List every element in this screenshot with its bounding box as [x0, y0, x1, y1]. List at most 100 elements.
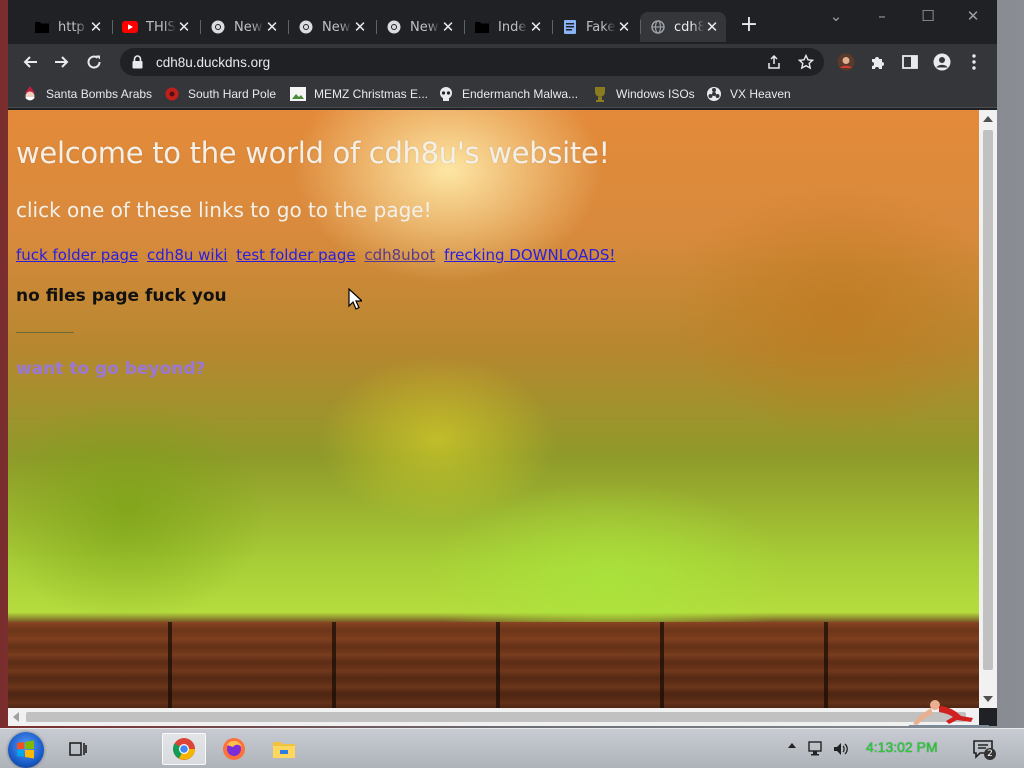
- bookmark-label: South Hard Pole: [188, 87, 277, 101]
- close-icon[interactable]: ✕: [176, 19, 192, 35]
- link-fuck-folder-page[interactable]: fuck folder page: [16, 246, 138, 264]
- bookmark-label: Santa Bombs Arabs: [46, 87, 153, 101]
- show-hidden-icons-chevron-icon[interactable]: [788, 743, 796, 748]
- close-icon[interactable]: ✕: [88, 19, 104, 35]
- horizontal-scroll-thumb[interactable]: [26, 712, 966, 722]
- minimize-icon[interactable]: –: [872, 6, 892, 26]
- bookmark-vx-heaven[interactable]: VX Heaven: [706, 83, 791, 105]
- document-icon: [562, 19, 578, 35]
- close-icon[interactable]: ✕: [528, 19, 544, 35]
- file-explorer-icon: [273, 742, 295, 758]
- tab-6[interactable]: Inde ✕: [464, 12, 550, 42]
- forward-button[interactable]: [50, 50, 74, 74]
- reload-button[interactable]: [82, 50, 106, 74]
- folder-icon: [474, 19, 490, 35]
- biohazard-icon: [706, 86, 722, 102]
- bookmark-label: MEMZ Christmas E...: [314, 87, 429, 101]
- tab-2[interactable]: THIS ✕: [112, 12, 198, 42]
- youtube-icon: [122, 19, 138, 35]
- tab-4[interactable]: New ✕: [288, 12, 374, 42]
- bookmark-south-hard-pole[interactable]: South Hard Pole: [164, 83, 276, 105]
- page-content: welcome to the world of cdh8u's website!…: [16, 136, 956, 379]
- chrome-icon: [173, 738, 195, 760]
- mouse-cursor-icon: [348, 288, 362, 310]
- beyond-link[interactable]: want to go beyond?: [16, 359, 956, 379]
- network-icon[interactable]: [808, 740, 826, 758]
- lock-icon[interactable]: [132, 54, 146, 70]
- menu-kebab-icon[interactable]: [962, 50, 986, 74]
- taskbar-chrome[interactable]: [162, 733, 206, 765]
- address-bar[interactable]: cdh8u.duckdns.org: [120, 48, 824, 76]
- chrome-icon: [298, 19, 314, 35]
- tab-1[interactable]: http ✕: [24, 12, 110, 42]
- windows-logo-icon: [17, 740, 34, 759]
- close-icon[interactable]: ✕: [704, 19, 720, 35]
- tab-title: cdh8: [674, 19, 704, 35]
- no-files-heading: no files page fuck you: [16, 286, 227, 306]
- browser-window: http ✕ THIS ✕ New ✕ New ✕ New ✕ Inde ✕ F…: [8, 0, 997, 726]
- taskbar: 4:13:02 PM 2: [0, 728, 1024, 768]
- taskbar-file-explorer[interactable]: [262, 733, 306, 765]
- page-viewport: welcome to the world of cdh8u's website!…: [8, 110, 979, 708]
- profile-icon[interactable]: [930, 50, 954, 74]
- page-title: welcome to the world of cdh8u's website!: [16, 136, 610, 170]
- extensions-puzzle-icon[interactable]: [866, 50, 890, 74]
- back-button[interactable]: [18, 50, 42, 74]
- tab-strip: http ✕ THIS ✕ New ✕ New ✕ New ✕ Inde ✕ F…: [8, 0, 997, 44]
- close-icon[interactable]: ✕: [264, 19, 280, 35]
- notification-count-badge: 2: [984, 748, 996, 760]
- forward-arrow-icon: [55, 56, 69, 68]
- bookmark-label: Windows ISOs: [616, 87, 695, 101]
- vertical-scroll-thumb[interactable]: [983, 130, 993, 670]
- trophy-icon: [592, 86, 608, 102]
- scroll-up-arrow-icon[interactable]: [983, 116, 993, 122]
- volume-icon[interactable]: [832, 740, 850, 758]
- browser-toolbar: cdh8u.duckdns.org: [8, 44, 997, 80]
- start-button[interactable]: [8, 732, 44, 768]
- close-icon[interactable]: ✕: [440, 19, 456, 35]
- close-icon[interactable]: ✕: [616, 19, 632, 35]
- santa-icon: [22, 86, 38, 102]
- bookmark-star-icon[interactable]: [794, 50, 818, 74]
- taskbar-clock[interactable]: 4:13:02 PM: [866, 739, 938, 755]
- page-subtitle: click one of these links to go to the pa…: [16, 198, 432, 222]
- tab-8-active[interactable]: cdh8 ✕: [640, 12, 726, 42]
- bookmark-windows-isos[interactable]: Windows ISOs: [592, 83, 695, 105]
- folder-icon: [34, 19, 50, 35]
- bookmark-label: Endermanch Malwa...: [462, 87, 579, 101]
- tab-title: Inde: [498, 19, 527, 35]
- tab-title: THIS: [146, 19, 176, 35]
- horizontal-scrollbar[interactable]: [8, 708, 979, 726]
- share-icon[interactable]: [762, 50, 786, 74]
- task-view-button[interactable]: [56, 733, 100, 765]
- side-panel-icon[interactable]: [898, 50, 922, 74]
- desktop-pet-sprite-icon: [909, 700, 989, 727]
- tab-title: http: [58, 19, 85, 35]
- tab-title: New: [234, 19, 263, 35]
- close-icon[interactable]: ✕: [352, 19, 368, 35]
- scroll-left-arrow-icon[interactable]: [13, 712, 19, 722]
- extension-avatar-icon[interactable]: [834, 50, 858, 74]
- bookmarks-bar: Santa Bombs Arabs South Hard Pole MEMZ C…: [8, 80, 997, 108]
- wooden-deck-background: [8, 622, 979, 708]
- link-test-folder-page[interactable]: test folder page: [236, 246, 355, 264]
- close-window-icon[interactable]: ✕: [963, 6, 983, 26]
- maximize-icon[interactable]: ☐: [918, 6, 938, 26]
- tab-3[interactable]: New ✕: [200, 12, 286, 42]
- tab-5[interactable]: New ✕: [376, 12, 462, 42]
- firefox-icon: [223, 738, 245, 760]
- link-cdh8u-wiki[interactable]: cdh8u wiki: [147, 246, 227, 264]
- tab-7[interactable]: Fake ✕: [552, 12, 638, 42]
- url-text: cdh8u.duckdns.org: [156, 54, 271, 70]
- taskbar-firefox[interactable]: [212, 733, 256, 765]
- tab-search-icon[interactable]: ⌄: [826, 6, 846, 26]
- link-cdh8ubot[interactable]: cdh8ubot: [364, 246, 435, 264]
- tab-title: Fake: [586, 19, 616, 35]
- bookmark-memz-christmas[interactable]: MEMZ Christmas E...: [290, 83, 428, 105]
- tab-title: New: [322, 19, 351, 35]
- link-frecking-downloads[interactable]: frecking DOWNLOADS!: [444, 246, 615, 264]
- bookmark-endermanch-malware[interactable]: Endermanch Malwa...: [438, 83, 578, 105]
- new-tab-button[interactable]: +: [738, 14, 760, 36]
- bookmark-santa-bombs-arabs[interactable]: Santa Bombs Arabs: [22, 83, 152, 105]
- vertical-scrollbar[interactable]: [979, 110, 997, 708]
